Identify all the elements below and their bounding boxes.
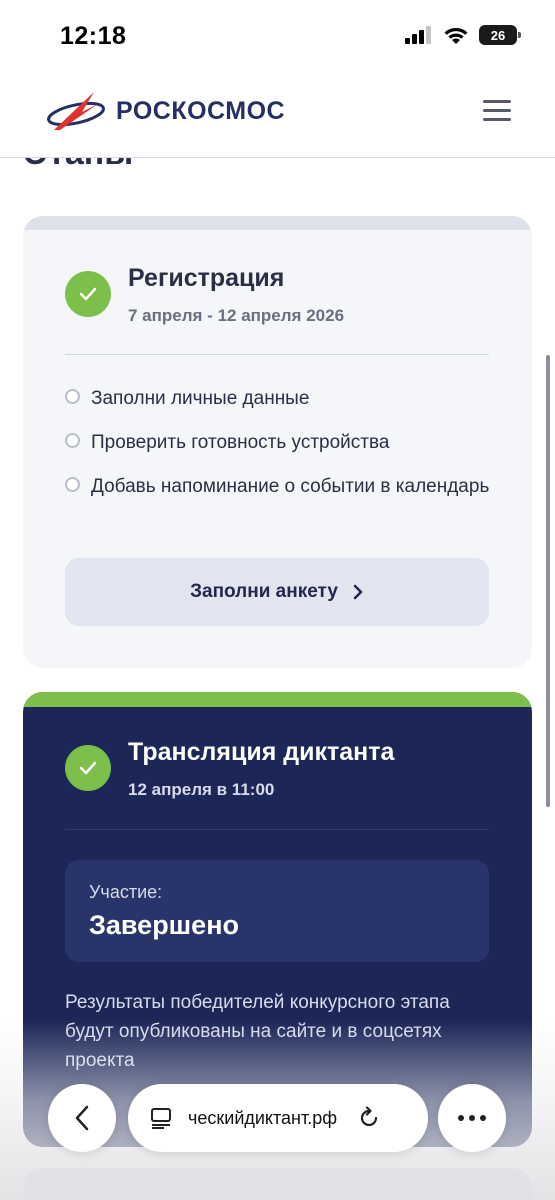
- scrollbar[interactable]: [546, 355, 550, 807]
- check-icon: [65, 271, 111, 317]
- reader-view-icon[interactable]: [150, 1107, 174, 1129]
- task-list: Заполни личные данные Проверить готовнос…: [65, 384, 495, 516]
- stage-card-registration: Регистрация 7 апреля - 12 апреля 2026 За…: [23, 216, 532, 668]
- participation-caption: Участие:: [89, 882, 163, 902]
- task-label: Заполни личные данные: [91, 388, 310, 409]
- status-icons: 26: [405, 25, 521, 45]
- task-item[interactable]: Добавь напоминание о событии в календарь: [65, 472, 495, 501]
- task-label: Добавь напоминание о событии в календарь: [91, 476, 490, 497]
- card-top-strip: [23, 692, 532, 707]
- divider: [65, 829, 489, 830]
- stage-title: Трансляция диктанта: [128, 738, 395, 766]
- chevron-right-icon: [353, 584, 363, 600]
- fill-form-button[interactable]: Заполни анкету: [65, 558, 489, 626]
- menu-icon[interactable]: [483, 100, 511, 122]
- stage-date: 12 апреля в 11:00: [128, 780, 275, 799]
- task-label: Проверить готовность устройства: [91, 432, 390, 453]
- back-button[interactable]: [48, 1084, 116, 1152]
- fill-form-button-label: Заполни анкету: [190, 581, 338, 602]
- task-item[interactable]: Заполни личные данные: [65, 384, 495, 413]
- status-time: 12:18: [60, 22, 127, 50]
- stage-title: Регистрация: [128, 264, 285, 292]
- stage-card-broadcast: Трансляция диктанта 12 апреля в 11:00 Уч…: [23, 692, 532, 1147]
- task-item[interactable]: Проверить готовность устройства: [65, 428, 495, 457]
- browser-toolbar: ческийдиктант.рф: [0, 1080, 555, 1156]
- participation-status: Завершено: [89, 910, 240, 940]
- reload-icon[interactable]: [357, 1106, 381, 1130]
- task-radio[interactable]: [65, 389, 80, 404]
- next-stage-card: [23, 1168, 532, 1200]
- screen: 12:18 26 РОСКОСМОС Регистрация 7 апреля …: [0, 0, 555, 1200]
- card-top-strip: [23, 216, 532, 230]
- divider: [65, 354, 489, 355]
- logo-text: РОСКОСМОС: [116, 96, 286, 125]
- roscosmos-logo-icon: [47, 92, 105, 130]
- battery-icon: 26: [479, 25, 521, 45]
- more-dots-icon: [458, 1115, 486, 1121]
- check-icon: [65, 745, 111, 791]
- battery-level: 26: [490, 27, 506, 43]
- more-options-button[interactable]: [438, 1084, 506, 1152]
- wifi-icon: [444, 27, 468, 44]
- url-text: ческийдиктант.рф: [188, 1107, 338, 1128]
- status-bar: 12:18 26: [0, 0, 555, 72]
- task-radio[interactable]: [65, 477, 80, 492]
- stage-dates: 7 апреля - 12 апреля 2026: [128, 306, 345, 325]
- site-header: РОСКОСМОС: [0, 72, 555, 158]
- address-bar[interactable]: ческийдиктант.рф: [128, 1084, 428, 1152]
- logo[interactable]: РОСКОСМОС: [46, 90, 285, 132]
- task-radio[interactable]: [65, 433, 80, 448]
- participation-status-box: Участие: Завершено: [65, 860, 489, 962]
- cellular-signal-icon: [405, 26, 431, 44]
- chevron-left-icon: [75, 1105, 89, 1131]
- results-text: Результаты победителей конкурсного этапа…: [65, 992, 450, 1071]
